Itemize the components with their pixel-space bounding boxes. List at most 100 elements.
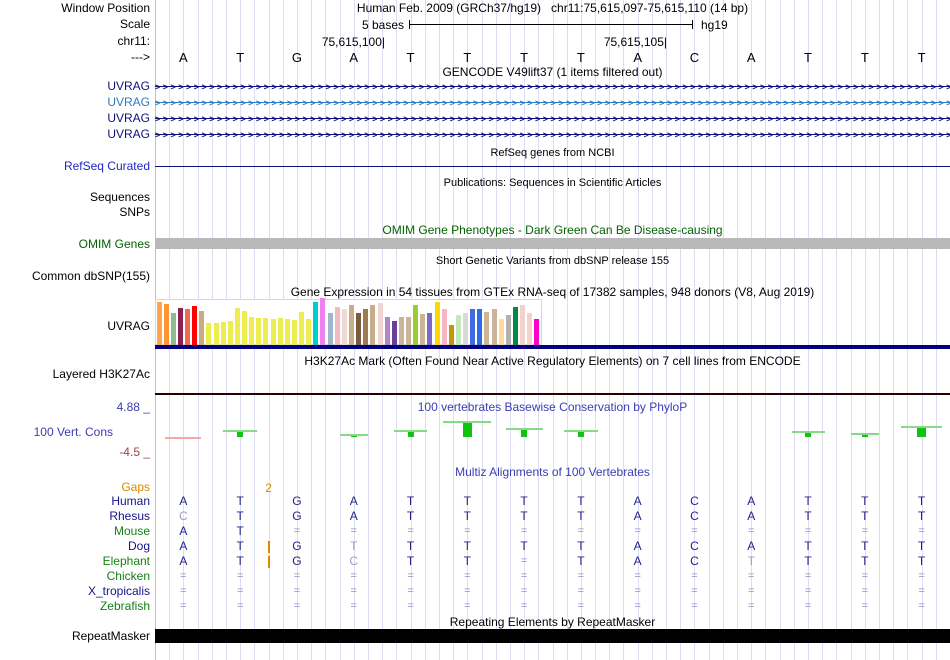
multiz-aligned-base[interactable]: = <box>666 585 723 598</box>
multiz-aligned-base[interactable]: = <box>269 585 326 598</box>
gtex-tissue-bar[interactable] <box>263 318 269 345</box>
publications-snps-label[interactable]: SNPs <box>0 206 150 219</box>
multiz-aligned-base[interactable]: T <box>836 495 893 508</box>
gencode-gene-arrow-line[interactable]: >>>>>>>>>>>>>>>>>>>>>>>>>>>>>>>>>>>>>>>>… <box>155 114 950 124</box>
gtex-tissue-bar[interactable] <box>527 313 533 345</box>
multiz-aligned-base[interactable]: = <box>212 585 269 598</box>
repeatmasker-repeat-item[interactable] <box>155 629 950 643</box>
gtex-tissue-bar[interactable] <box>170 313 176 345</box>
multiz-aligned-base[interactable]: A <box>723 510 780 523</box>
multiz-aligned-base[interactable]: T <box>836 555 893 568</box>
multiz-aligned-base[interactable]: A <box>609 495 666 508</box>
gtex-tissue-bar[interactable] <box>534 319 540 345</box>
multiz-aligned-base[interactable]: G <box>269 495 326 508</box>
gtex-tissue-bar[interactable] <box>434 302 440 345</box>
multiz-aligned-base[interactable]: = <box>382 600 439 613</box>
multiz-aligned-base[interactable]: T <box>212 495 269 508</box>
gtex-tissue-bar[interactable] <box>177 308 183 345</box>
gtex-tissue-bar[interactable] <box>505 315 511 345</box>
multiz-aligned-base[interactable]: = <box>382 570 439 583</box>
omim-genes-label[interactable]: OMIM Genes <box>0 238 150 251</box>
multiz-aligned-base[interactable]: T <box>439 495 496 508</box>
gtex-tissue-bar[interactable] <box>441 309 447 345</box>
gtex-tissue-bar[interactable] <box>284 319 290 345</box>
multiz-aligned-base[interactable]: = <box>382 585 439 598</box>
gtex-tissue-bar[interactable] <box>213 323 219 345</box>
gtex-tissue-bar[interactable] <box>227 321 233 345</box>
gtex-tissue-bar[interactable] <box>206 323 212 345</box>
multiz-aligned-base[interactable]: T <box>553 555 610 568</box>
multiz-aligned-base[interactable]: T <box>382 510 439 523</box>
multiz-aligned-base[interactable]: = <box>382 525 439 538</box>
gtex-tissue-bar[interactable] <box>463 313 469 345</box>
multiz-aligned-base[interactable]: = <box>836 525 893 538</box>
gtex-tissue-bar[interactable] <box>384 317 390 345</box>
gtex-tissue-bar[interactable] <box>277 318 283 345</box>
multiz-aligned-base[interactable]: = <box>666 570 723 583</box>
multiz-aligned-base[interactable]: = <box>325 585 382 598</box>
multiz-aligned-base[interactable]: T <box>780 555 837 568</box>
multiz-aligned-base[interactable]: T <box>212 510 269 523</box>
gtex-tissue-bar[interactable] <box>199 311 205 345</box>
multiz-aligned-base[interactable]: T <box>382 495 439 508</box>
multiz-aligned-base[interactable]: = <box>609 570 666 583</box>
gtex-tissue-bar[interactable] <box>306 319 312 345</box>
multiz-aligned-base[interactable]: = <box>723 570 780 583</box>
multiz-species-label[interactable]: Dog <box>0 540 150 553</box>
gtex-tissue-bar[interactable] <box>370 305 376 345</box>
multiz-species-label[interactable]: Human <box>0 495 150 508</box>
multiz-aligned-base[interactable]: = <box>439 525 496 538</box>
multiz-aligned-base[interactable]: T <box>382 540 439 553</box>
multiz-aligned-base[interactable]: A <box>609 510 666 523</box>
multiz-aligned-base[interactable]: C <box>666 555 723 568</box>
multiz-aligned-base[interactable]: T <box>325 540 382 553</box>
gtex-tissue-bar[interactable] <box>185 309 191 345</box>
multiz-aligned-base[interactable]: = <box>609 525 666 538</box>
multiz-species-label[interactable]: Rhesus <box>0 510 150 523</box>
gtex-tissue-bar[interactable] <box>249 317 255 345</box>
gtex-tissue-bar[interactable] <box>341 309 347 345</box>
multiz-aligned-base[interactable]: A <box>723 495 780 508</box>
multiz-aligned-base[interactable]: = <box>553 585 610 598</box>
multiz-aligned-base[interactable]: T <box>212 540 269 553</box>
gtex-tissue-bar[interactable] <box>520 305 526 345</box>
gtex-tissue-bar[interactable] <box>163 304 169 345</box>
multiz-aligned-base[interactable]: C <box>666 510 723 523</box>
multiz-aligned-base[interactable]: C <box>155 510 212 523</box>
multiz-aligned-base[interactable]: = <box>893 525 950 538</box>
multiz-aligned-base[interactable]: = <box>155 570 212 583</box>
multiz-aligned-base[interactable]: = <box>836 600 893 613</box>
omim-gene-item-bar[interactable] <box>155 238 950 249</box>
multiz-aligned-base[interactable]: A <box>155 495 212 508</box>
multiz-aligned-base[interactable]: = <box>269 600 326 613</box>
multiz-aligned-base[interactable]: T <box>836 510 893 523</box>
conservation-track-label[interactable]: 100 Vert. Cons <box>0 425 113 439</box>
repeatmasker-label[interactable]: RepeatMasker <box>0 630 150 643</box>
multiz-aligned-base[interactable]: = <box>723 525 780 538</box>
multiz-aligned-base[interactable]: = <box>836 585 893 598</box>
gencode-gene-label[interactable]: UVRAG <box>0 80 150 93</box>
gencode-gene-label[interactable]: UVRAG <box>0 96 150 109</box>
multiz-aligned-base[interactable]: G <box>269 510 326 523</box>
multiz-aligned-base[interactable]: G <box>269 540 326 553</box>
multiz-aligned-base[interactable]: = <box>723 585 780 598</box>
gtex-tissue-bar[interactable] <box>313 302 319 345</box>
multiz-aligned-base[interactable]: = <box>836 570 893 583</box>
multiz-aligned-base[interactable]: T <box>553 510 610 523</box>
multiz-aligned-base[interactable]: T <box>780 540 837 553</box>
gtex-tissue-bar[interactable] <box>420 314 426 345</box>
multiz-aligned-base[interactable]: = <box>666 525 723 538</box>
multiz-aligned-base[interactable]: = <box>439 570 496 583</box>
multiz-aligned-base[interactable]: T <box>439 510 496 523</box>
multiz-aligned-base[interactable]: T <box>496 510 553 523</box>
multiz-aligned-base[interactable]: = <box>212 600 269 613</box>
gtex-tissue-bar[interactable] <box>455 315 461 345</box>
gtex-tissue-bar[interactable] <box>484 312 490 345</box>
multiz-aligned-base[interactable]: = <box>439 585 496 598</box>
multiz-aligned-base[interactable]: = <box>666 600 723 613</box>
multiz-aligned-base[interactable]: = <box>553 570 610 583</box>
gtex-tissue-bar[interactable] <box>327 313 333 345</box>
multiz-aligned-base[interactable]: C <box>666 495 723 508</box>
multiz-aligned-base[interactable]: = <box>325 525 382 538</box>
gtex-tissue-bar[interactable] <box>320 298 326 345</box>
